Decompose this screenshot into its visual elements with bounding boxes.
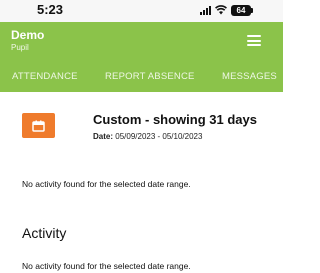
date-range-dates: Date: 05/09/2023 - 05/10/2023 (93, 132, 202, 141)
battery-level: 64 (236, 5, 246, 15)
activity-heading: Activity (22, 225, 67, 241)
hamburger-menu-icon[interactable] (247, 35, 261, 46)
date-range-title: Custom - showing 31 days (93, 112, 257, 127)
calendar-icon (32, 120, 45, 132)
status-bar: 5:23 64 (0, 0, 283, 22)
date-range-button[interactable] (22, 113, 55, 138)
app-subtitle: Pupil (11, 43, 29, 52)
tab-bar: ATTENDANCE REPORT ABSENCE MESSAGES (0, 68, 283, 88)
tab-messages[interactable]: MESSAGES (222, 71, 277, 82)
activity-empty-message: No activity found for the selected date … (22, 261, 191, 271)
attendance-empty-message: No activity found for the selected date … (22, 179, 191, 189)
date-value: 05/09/2023 - 05/10/2023 (115, 132, 203, 141)
app-bar: Demo Pupil ATTENDANCE REPORT ABSENCE MES… (0, 22, 283, 92)
wifi-icon (215, 5, 227, 15)
date-label: Date: (93, 132, 114, 141)
cellular-signal-icon (200, 5, 211, 15)
tab-report-absence[interactable]: REPORT ABSENCE (105, 71, 195, 82)
tab-attendance[interactable]: ATTENDANCE (12, 71, 78, 82)
app-title: Demo (11, 28, 45, 42)
status-time: 5:23 (37, 2, 64, 17)
status-icons: 64 (200, 4, 253, 16)
battery-icon: 64 (231, 4, 253, 16)
